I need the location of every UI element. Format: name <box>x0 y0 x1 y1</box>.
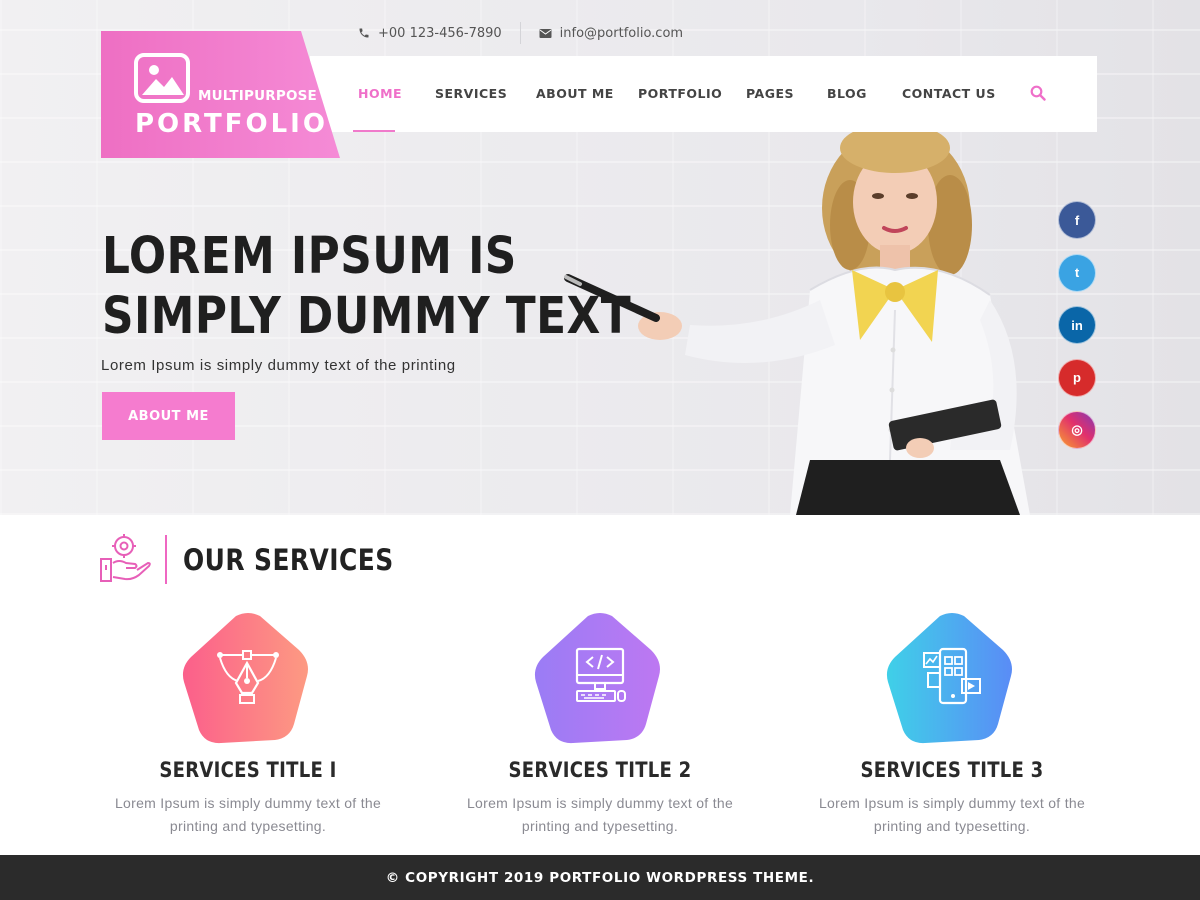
service-hand-gear-icon <box>100 534 151 582</box>
logo-line1: MULTIPURPOSE <box>198 88 317 104</box>
email-contact[interactable]: info@portfolio.com <box>539 26 683 41</box>
hero-headline-line1: LOREM IPSUM IS <box>102 227 517 286</box>
service-2-badge <box>533 610 667 744</box>
service-1-badge <box>181 610 315 744</box>
nav-item-contact-us[interactable]: CONTACT US <box>902 86 996 101</box>
service-1-description: Lorem Ipsum is simply dummy text of the … <box>114 795 382 834</box>
services-title: OUR SERVICES <box>183 543 394 577</box>
service-2-description: Lorem Ipsum is simply dummy text of the … <box>466 795 734 834</box>
main-navigation: HOME SERVICES ABOUT ME PORTFOLIO PAGES B… <box>310 56 1097 132</box>
nav-item-portfolio[interactable]: PORTFOLIO <box>638 86 722 101</box>
nav-item-about-me[interactable]: ABOUT ME <box>536 86 614 101</box>
site-logo[interactable]: MULTIPURPOSE PORTFOLIO <box>101 31 340 158</box>
facebook-icon[interactable]: f <box>1058 201 1096 239</box>
image-icon <box>134 53 190 103</box>
hero-headline-line2: SIMPLY DUMMY TEXT <box>102 287 632 346</box>
service-1-title: SERVICES TITLE I <box>159 758 337 782</box>
app-design-icon <box>923 647 981 705</box>
nav-item-blog[interactable]: BLOG <box>827 86 867 101</box>
woman-presenter-illustration <box>564 130 1030 515</box>
twitter-icon[interactable]: t <box>1058 253 1096 292</box>
service-3-description: Lorem Ipsum is simply dummy text of the … <box>818 795 1086 834</box>
nav-item-services[interactable]: SERVICES <box>435 86 507 101</box>
copyright-text: © COPYRIGHT 2019 PORTFOLIO WORDPRESS THE… <box>385 869 815 886</box>
service-2-title: SERVICES TITLE 2 <box>508 758 692 782</box>
phone-contact[interactable]: +00 123-456-7890 <box>358 26 502 41</box>
service-3-title: SERVICES TITLE 3 <box>860 758 1044 782</box>
logo-line2: PORTFOLIO <box>135 109 328 139</box>
nav-item-home[interactable]: HOME <box>358 86 402 101</box>
search-icon[interactable] <box>1030 85 1046 101</box>
email-address: info@portfolio.com <box>559 25 684 41</box>
heading-divider <box>165 535 167 584</box>
about-me-button[interactable]: ABOUT ME <box>102 392 235 440</box>
service-card-1[interactable]: SERVICES TITLE I Lorem Ipsum is simply d… <box>68 610 428 838</box>
contact-divider <box>519 22 521 44</box>
site-footer: © COPYRIGHT 2019 PORTFOLIO WORDPRESS THE… <box>0 855 1200 900</box>
instagram-icon[interactable]: ◎ <box>1058 411 1096 449</box>
pinterest-icon[interactable]: p <box>1058 358 1096 397</box>
service-card-2[interactable]: SERVICES TITLE 2 Lorem Ipsum is simply d… <box>420 610 780 838</box>
service-card-3[interactable]: SERVICES TITLE 3 Lorem Ipsum is simply d… <box>772 610 1132 838</box>
service-3-badge <box>885 610 1019 744</box>
contact-bar: +00 123-456-7890 info@portfolio.com <box>358 22 683 44</box>
nav-item-pages[interactable]: PAGES <box>746 86 794 101</box>
active-nav-underline <box>353 130 395 132</box>
social-links: f t in p ◎ <box>1058 201 1097 464</box>
envelope-icon <box>539 28 552 38</box>
phone-number: +00 123-456-7890 <box>378 25 502 41</box>
computer-code-icon <box>575 647 626 702</box>
hero-headline: LOREM IPSUM IS SIMPLY DUMMY TEXT <box>102 227 631 347</box>
phone-icon <box>359 28 369 38</box>
pen-tool-icon <box>217 650 279 704</box>
linkedin-icon[interactable]: in <box>1058 306 1096 344</box>
hero-subtitle: Lorem Ipsum is simply dummy text of the … <box>101 357 456 374</box>
